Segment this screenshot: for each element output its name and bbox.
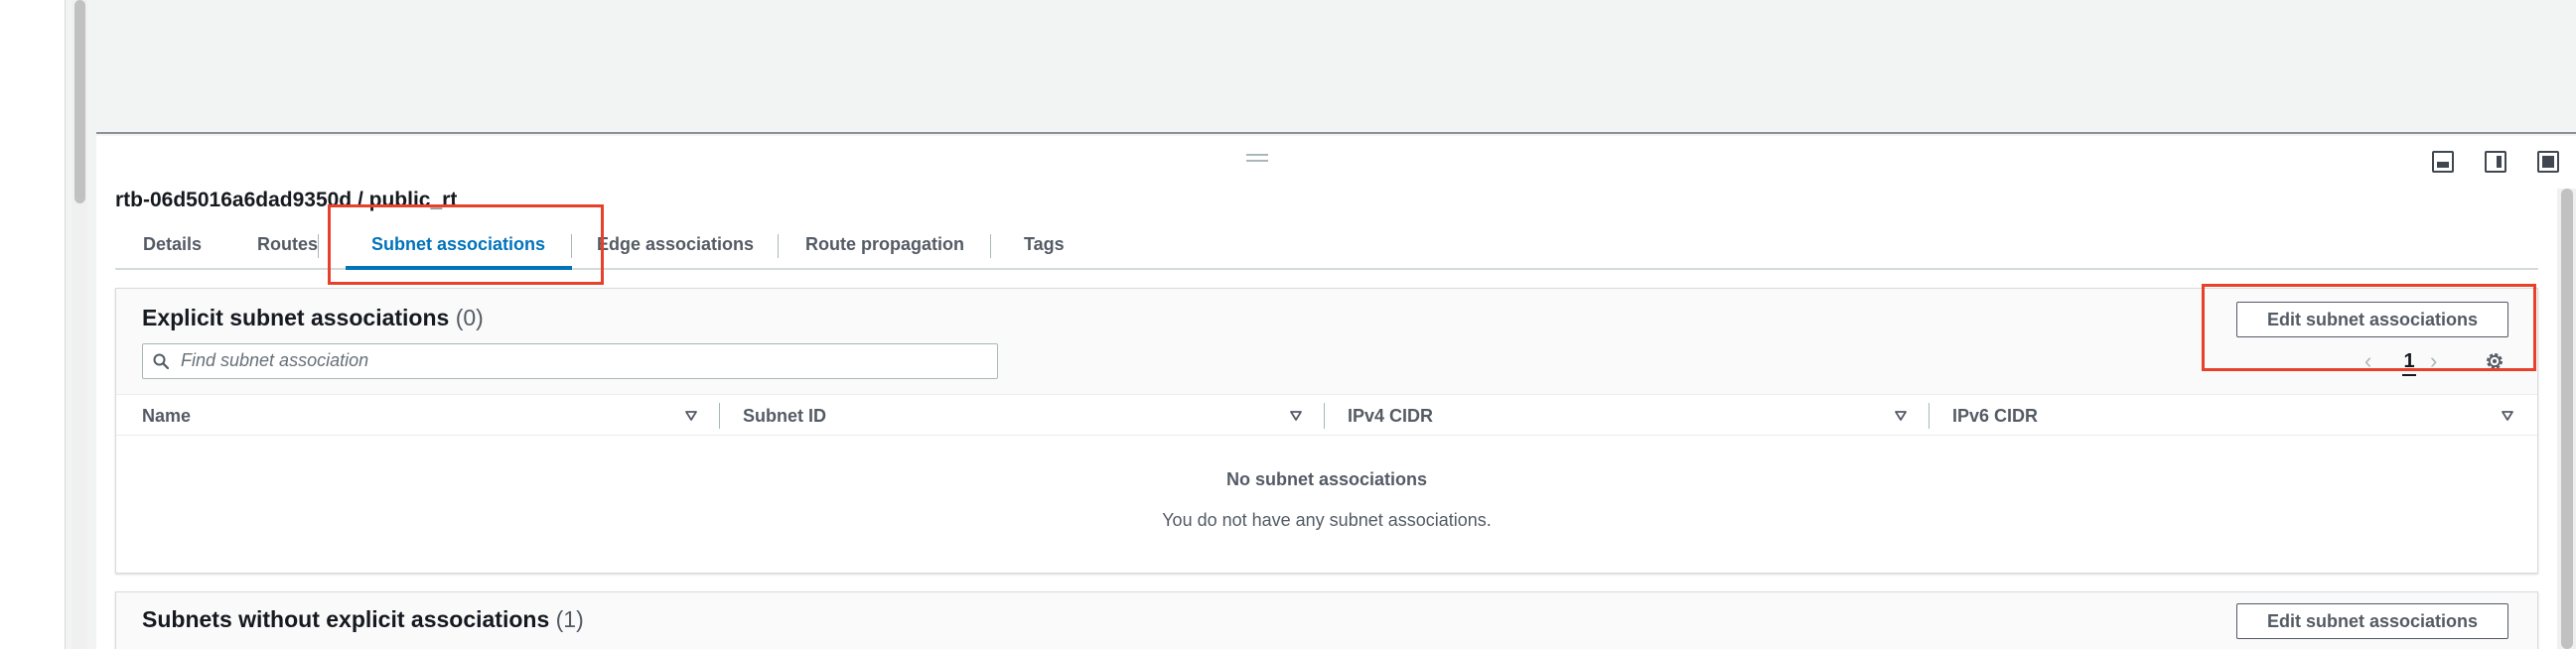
table-header: Name Subnet ID IPv4 CIDR IPv6 CIDR	[116, 394, 2537, 436]
sort-icon[interactable]	[1289, 409, 1303, 423]
column-header-ipv6-cidr[interactable]: IPv6 CIDR	[1952, 395, 2038, 437]
search-icon	[153, 353, 169, 369]
tab-separator	[778, 234, 779, 258]
tab-separator	[990, 234, 991, 258]
explicit-associations-title: Explicit subnet associations	[142, 305, 450, 330]
column-header-ipv4-cidr[interactable]: IPv4 CIDR	[1348, 395, 1433, 437]
panel-side-icon[interactable]	[2485, 151, 2506, 173]
column-resizer[interactable]	[719, 403, 720, 429]
without-associations-header: Subnets without explicit associations (1…	[142, 606, 584, 633]
search-box[interactable]	[142, 343, 998, 379]
highlight-edit-subnet-associations-button	[2202, 284, 2536, 371]
tab-edge-associations[interactable]: Edge associations	[597, 220, 754, 270]
sort-icon[interactable]	[2501, 409, 2514, 423]
panel-maximize-icon[interactable]	[2537, 151, 2559, 173]
tab-details[interactable]: Details	[143, 220, 202, 270]
column-header-name[interactable]: Name	[142, 395, 191, 437]
left-nav-strip	[0, 0, 66, 649]
main-content-area	[96, 0, 2576, 134]
without-associations-count: (1)	[555, 606, 584, 632]
split-panel-resize-handle[interactable]	[1246, 154, 1268, 162]
explicit-associations-header: Explicit subnet associations (0)	[142, 305, 484, 331]
subnets-without-explicit-associations-container: Subnets without explicit associations (1…	[115, 591, 2538, 649]
column-header-subnet-id[interactable]: Subnet ID	[743, 395, 826, 437]
without-associations-title: Subnets without explicit associations	[142, 606, 550, 632]
sort-icon[interactable]	[1894, 409, 1908, 423]
tab-separator	[318, 234, 319, 258]
find-subnet-association-input[interactable]	[181, 344, 985, 377]
table-empty-state: No subnet associations You do not have a…	[116, 436, 2537, 573]
panel-bottom-icon[interactable]	[2432, 151, 2454, 173]
edit-subnet-associations-button-2[interactable]: Edit subnet associations	[2236, 603, 2508, 639]
right-scrollbar-thumb[interactable]	[2561, 189, 2573, 649]
tab-route-propagation[interactable]: Route propagation	[805, 220, 964, 270]
tab-routes[interactable]: Routes	[257, 220, 318, 270]
left-scrollbar-thumb[interactable]	[74, 0, 85, 203]
empty-state-description: You do not have any subnet associations.	[1162, 510, 1492, 530]
explicit-subnet-associations-container: Explicit subnet associations (0) Edit su…	[115, 288, 2538, 574]
empty-state-title: No subnet associations	[1225, 469, 1428, 489]
column-resizer[interactable]	[1324, 403, 1325, 429]
column-resizer[interactable]	[1929, 403, 1930, 429]
tab-tags[interactable]: Tags	[1024, 220, 1065, 270]
sort-icon[interactable]	[684, 409, 698, 423]
explicit-associations-count: (0)	[455, 305, 484, 330]
highlight-subnet-associations-tab	[328, 204, 604, 285]
